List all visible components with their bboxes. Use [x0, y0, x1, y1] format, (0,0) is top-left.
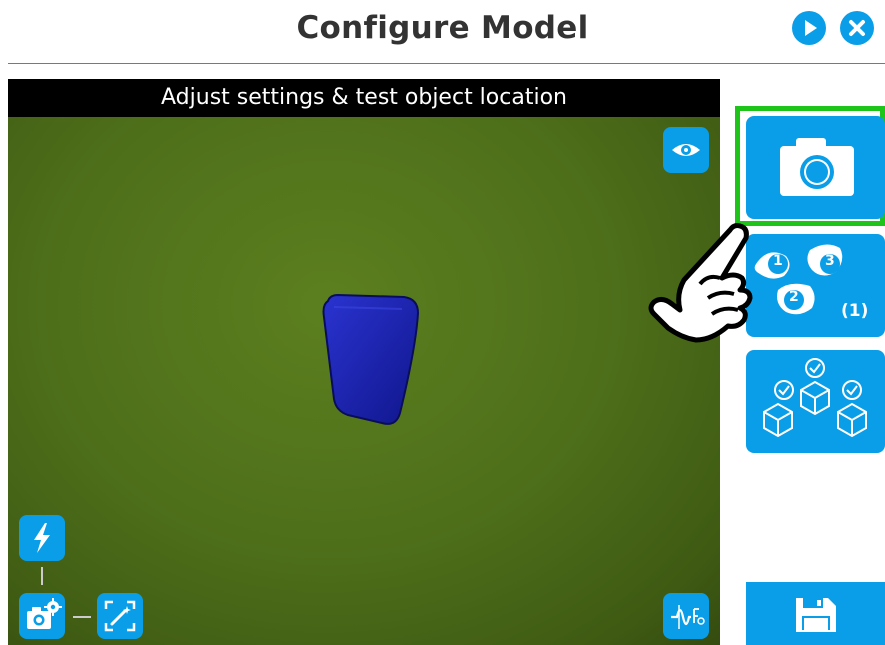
detected-object	[322, 293, 420, 425]
camera-settings-button[interactable]	[19, 593, 65, 639]
view-toggle-button[interactable]	[663, 127, 709, 173]
close-button[interactable]	[840, 11, 874, 45]
test-locate-button[interactable]	[746, 350, 885, 453]
page-title: Configure Model	[296, 10, 589, 46]
viewport-caption: Adjust settings & test object location	[8, 79, 720, 117]
auto-adjust-button[interactable]	[97, 593, 143, 639]
filter-settings-button[interactable]	[663, 593, 709, 639]
feature-count: (1)	[841, 301, 869, 321]
magic-wand-icon	[104, 600, 136, 632]
eye-icon	[672, 144, 700, 156]
camera-viewport[interactable]: Adjust settings & test object location	[8, 79, 720, 645]
waveform-icon	[671, 605, 705, 629]
camera-icon	[780, 138, 854, 196]
feature-selection-button[interactable]: 1 3 2 (1)	[746, 234, 885, 337]
header-divider	[8, 63, 885, 64]
lightning-icon	[34, 523, 50, 553]
play-button[interactable]	[792, 11, 826, 45]
feature-number-1: 1	[773, 253, 783, 269]
numbered-features-icon	[754, 244, 843, 315]
floppy-disk-icon	[796, 598, 836, 632]
pointing-hand-icon	[648, 223, 753, 343]
close-icon	[849, 20, 865, 36]
flash-button[interactable]	[19, 515, 65, 561]
camera-settings-icon	[27, 598, 62, 629]
capture-button[interactable]	[746, 116, 885, 219]
feature-number-2: 2	[789, 289, 799, 305]
save-button[interactable]	[746, 582, 885, 645]
tool-connector-horizontal	[73, 616, 91, 618]
play-icon	[805, 20, 817, 36]
feature-number-3: 3	[825, 253, 835, 269]
tool-connector-vertical	[41, 567, 43, 585]
check-cubes-icon	[763, 358, 867, 438]
